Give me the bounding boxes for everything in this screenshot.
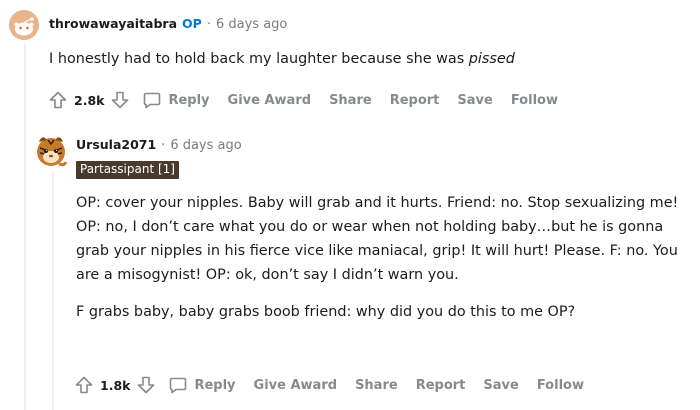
reply-label: Reply xyxy=(168,92,210,108)
save-button[interactable]: Save xyxy=(457,93,492,108)
give-award-button[interactable]: Give Award xyxy=(254,378,338,393)
thread-line-1[interactable] xyxy=(24,44,26,410)
share-button[interactable]: Share xyxy=(355,378,398,393)
op-badge: OP xyxy=(182,16,202,31)
upvote-icon[interactable] xyxy=(48,90,68,110)
username[interactable]: throwawayaitabra xyxy=(49,16,177,31)
share-button[interactable]: Share xyxy=(329,93,372,108)
reply-button[interactable]: Reply xyxy=(168,375,236,395)
save-button[interactable]: Save xyxy=(483,378,518,393)
report-button[interactable]: Report xyxy=(416,378,466,393)
report-button[interactable]: Report xyxy=(390,93,440,108)
user-flair: Partassipant [1] xyxy=(76,161,179,179)
timestamp[interactable]: 6 days ago xyxy=(216,17,287,32)
avatar[interactable] xyxy=(34,130,68,168)
comment-paragraph-2: F grabs baby, baby grabs boob friend: wh… xyxy=(76,304,576,320)
avatar[interactable] xyxy=(9,10,39,40)
follow-button[interactable]: Follow xyxy=(537,378,584,393)
comment-text-main: I honestly had to hold back my laughter … xyxy=(49,51,469,67)
comment-actions: 2.8k Reply Give Award Share Report Save … xyxy=(48,89,576,111)
comment-paragraph-1: OP: cover your nipples. Baby will grab a… xyxy=(76,195,679,283)
comment-body: OP: cover your nipples. Baby will grab a… xyxy=(76,191,682,324)
follow-button[interactable]: Follow xyxy=(511,93,558,108)
reddit-snoo-avatar-icon xyxy=(9,10,39,40)
comment-text-emphasis: pissed xyxy=(468,51,515,67)
downvote-icon[interactable] xyxy=(136,375,156,395)
tiger-snoo-avatar-icon xyxy=(37,137,68,167)
comment-actions: 1.8k Reply Give Award Share Report Save … xyxy=(74,374,602,396)
comment-body: I honestly had to hold back my laughter … xyxy=(49,47,669,71)
comment-meta: throwawayaitabra OP · 6 days ago xyxy=(49,16,287,32)
reply-button[interactable]: Reply xyxy=(142,90,210,110)
meta-separator: · xyxy=(206,17,211,32)
downvote-icon[interactable] xyxy=(110,90,130,110)
vote-count: 1.8k xyxy=(100,377,131,393)
give-award-button[interactable]: Give Award xyxy=(228,93,312,108)
thread-line-2[interactable] xyxy=(52,172,54,410)
vote-count: 2.8k xyxy=(74,92,105,108)
meta-separator: · xyxy=(161,138,166,153)
upvote-icon[interactable] xyxy=(74,375,94,395)
chat-bubble-icon xyxy=(142,90,162,110)
reply-label: Reply xyxy=(194,377,236,393)
comment-text: I honestly had to hold back my laughter … xyxy=(49,47,669,71)
comment-meta: Ursula2071 · 6 days ago xyxy=(76,137,242,153)
chat-bubble-icon xyxy=(168,375,188,395)
username[interactable]: Ursula2071 xyxy=(76,137,156,152)
timestamp[interactable]: 6 days ago xyxy=(170,138,241,153)
